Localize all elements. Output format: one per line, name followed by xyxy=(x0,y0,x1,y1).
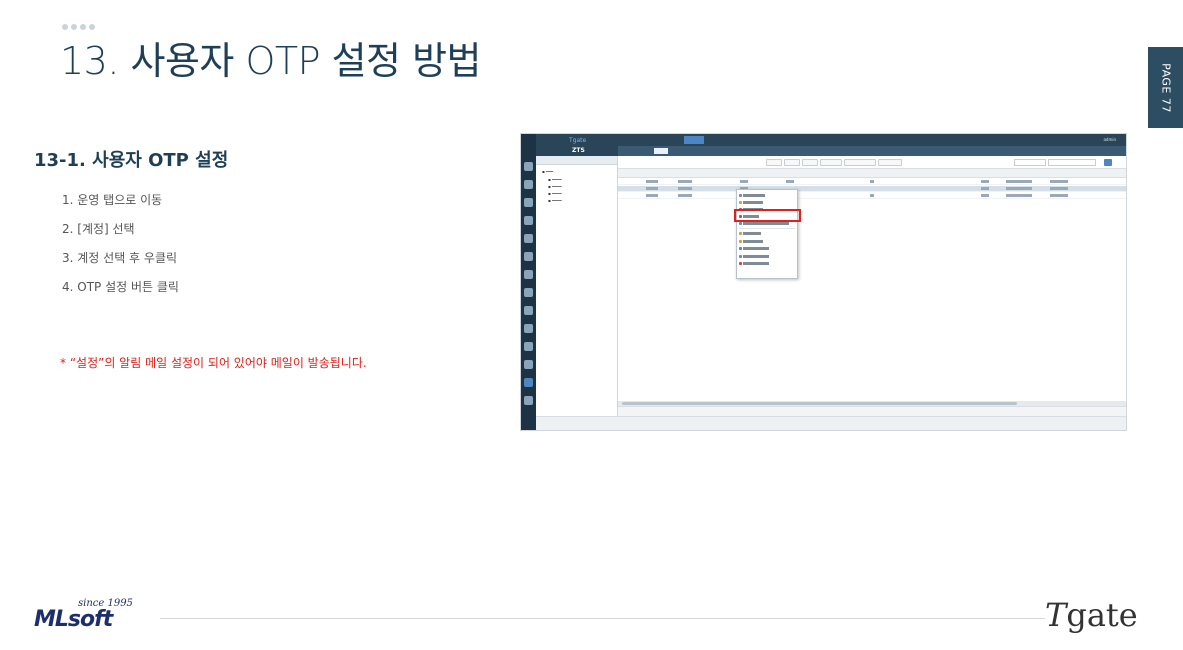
console-org-tree: ▪ ━━━ ▪ ━━━━ ▪ ━━━━ ▪ ━━━━ ▪ ━━━━ ━━━━━ xyxy=(536,156,618,430)
tgate-initial: T xyxy=(1045,596,1067,634)
step-2: 2. [계정] 선택 xyxy=(62,222,135,236)
tgate-logo: Tgate xyxy=(1045,596,1165,640)
console-subbar xyxy=(618,146,1126,156)
footer-divider xyxy=(160,618,1045,619)
console-account-grid xyxy=(618,169,1126,401)
account-subtab xyxy=(654,148,668,154)
context-menu xyxy=(736,189,798,279)
console-topbar: admin xyxy=(618,134,1126,146)
operation-tab-icon xyxy=(524,378,533,387)
page-number-tab: PAGE 77 xyxy=(1148,47,1183,128)
console-toolbar xyxy=(618,156,1126,169)
mlsoft-logo: since 1995 MLsoft xyxy=(34,598,154,638)
mlsoft-wordmark: MLsoft xyxy=(34,607,113,632)
section-subtitle: 13-1. 사용자 OTP 설정 xyxy=(34,150,229,171)
step-1: 1. 운영 탭으로 이동 xyxy=(62,193,163,207)
step-3: 3. 계정 선택 후 우클릭 xyxy=(62,251,178,265)
console-statusbar xyxy=(536,416,1126,430)
otp-setting-highlight xyxy=(734,209,801,222)
page-number-label: PAGE 77 xyxy=(1159,62,1172,113)
steps-list: 1. 운영 탭으로 이동 2. [계정] 선택 3. 계정 선택 후 우클릭 4… xyxy=(62,191,179,307)
console-sidebar xyxy=(521,134,536,430)
tgate-wordmark: gate xyxy=(1066,596,1138,634)
mail-setting-note: * “설정”의 알림 메일 설정이 되어 있어야 메일이 발송됩니다. xyxy=(60,356,367,370)
console-screenshot: Tgate ZTS admin ▪ ━━━ ▪ ━━━━ ▪ ━━━━ ▪ ━━━… xyxy=(520,133,1127,431)
step-4: 4. OTP 설정 버튼 클릭 xyxy=(62,280,179,294)
selected-account-row xyxy=(618,186,1126,192)
console-logo: Tgate ZTS xyxy=(536,134,618,156)
page-title: 13. 사용자 OTP 설정 방법 xyxy=(60,39,482,83)
